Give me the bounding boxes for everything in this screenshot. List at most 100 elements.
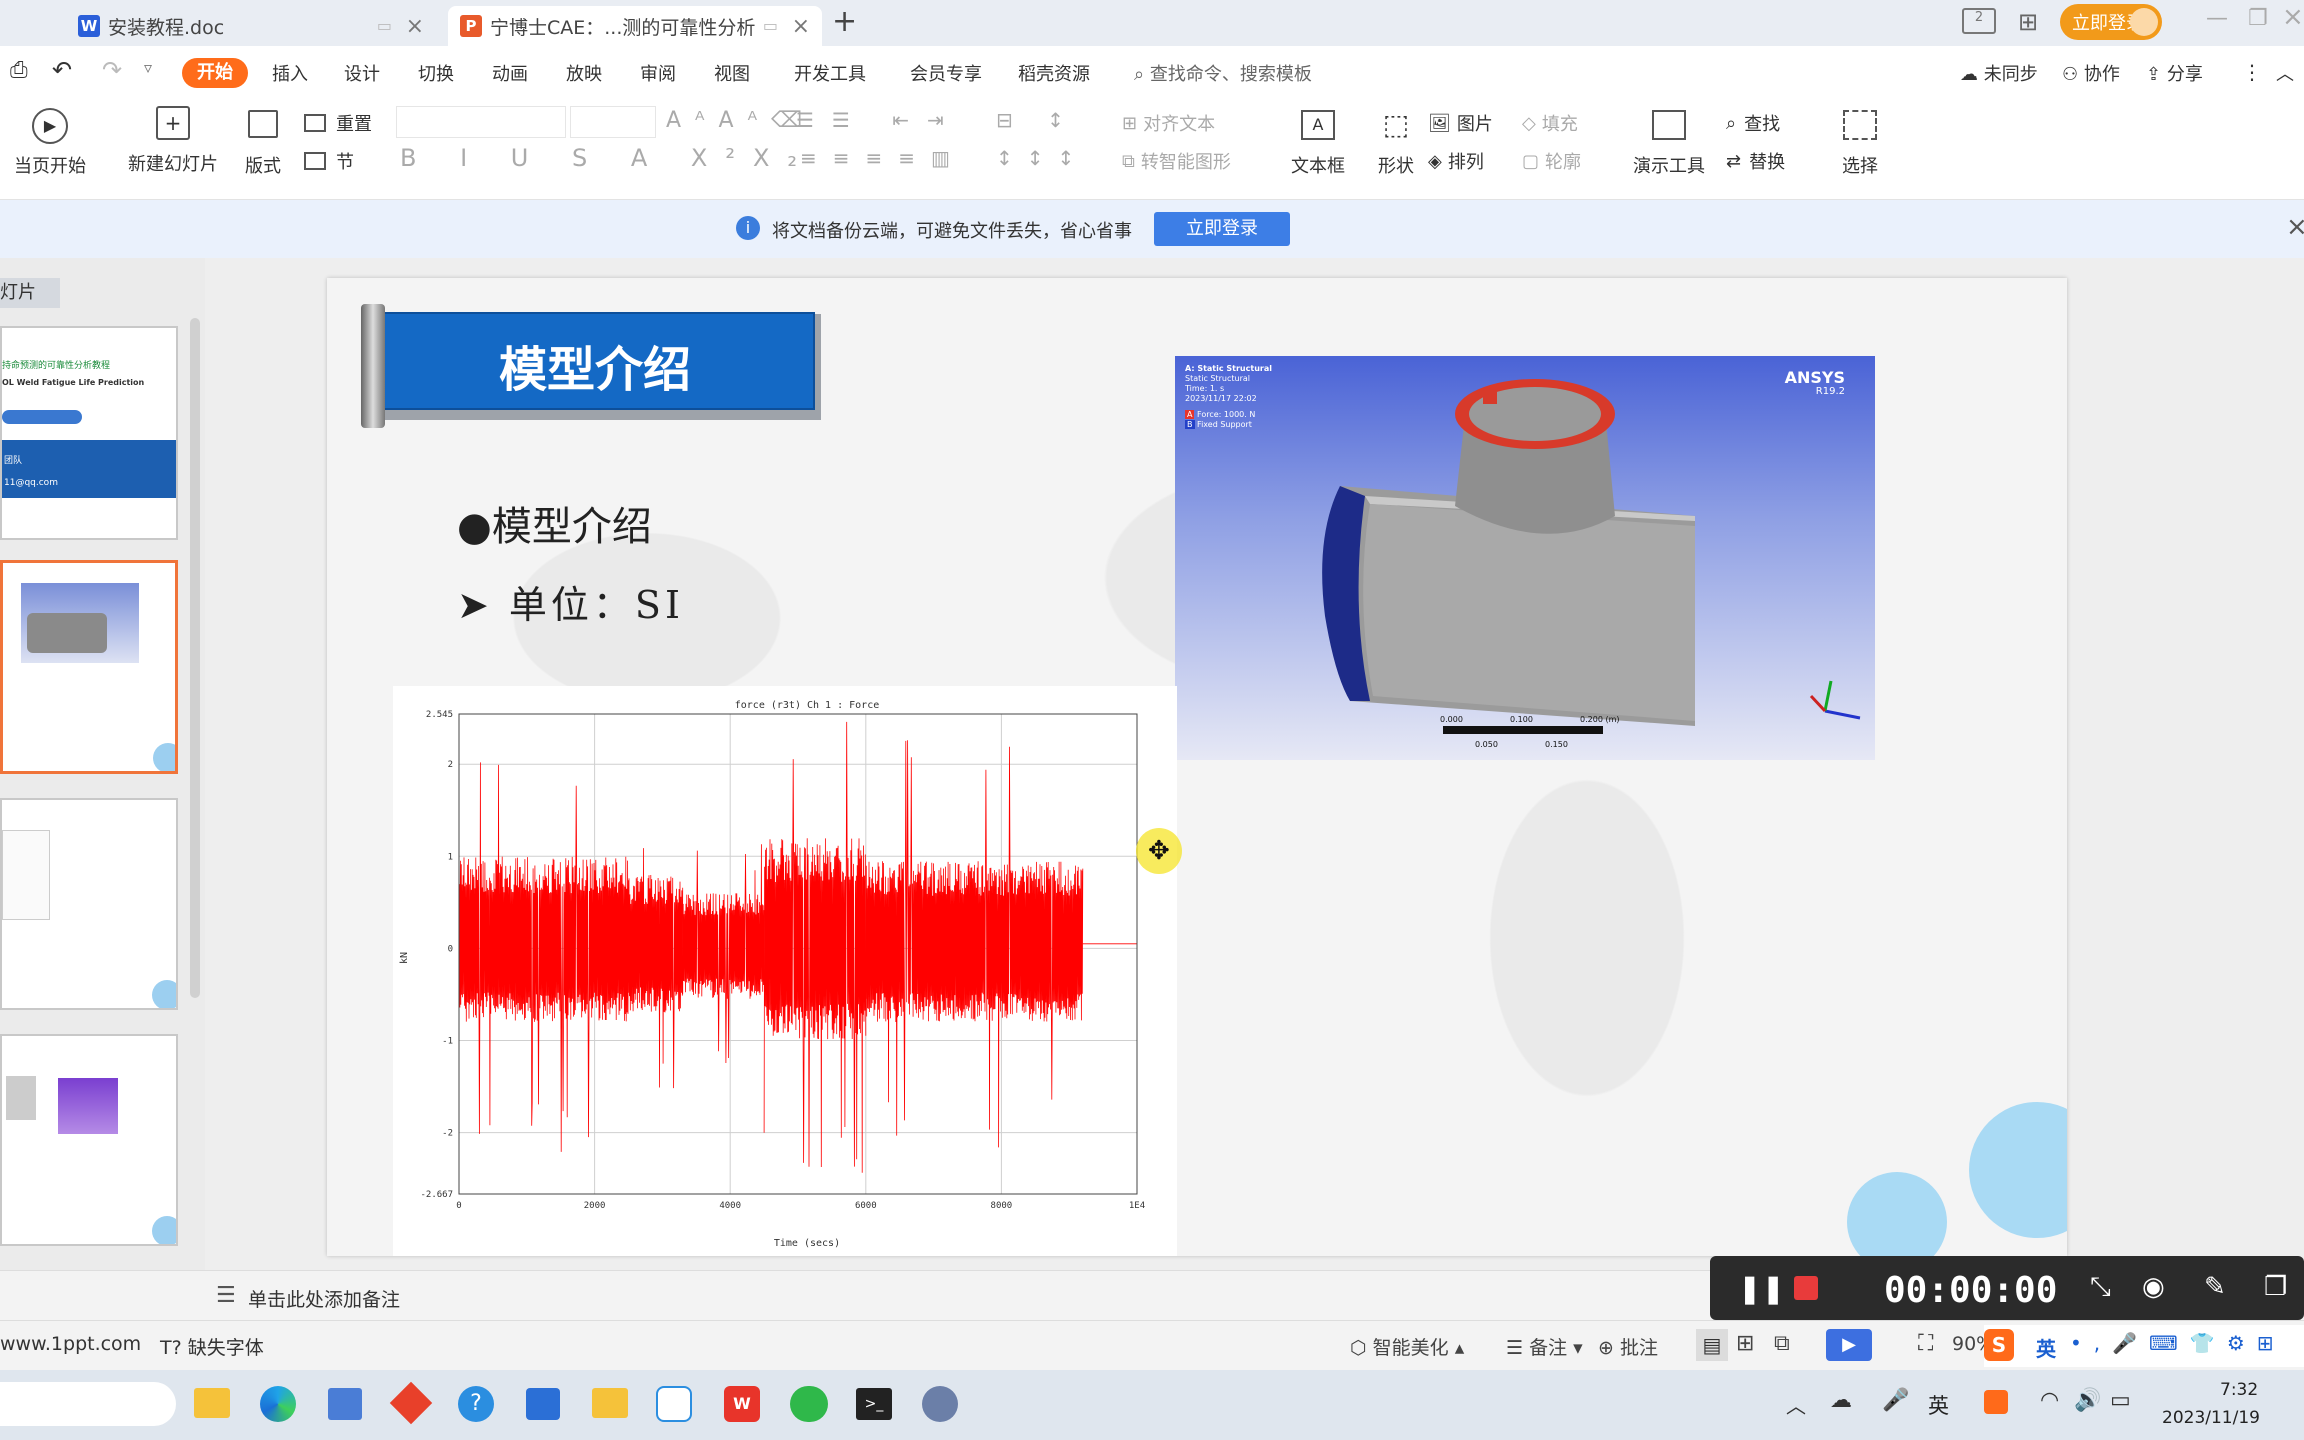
find-button[interactable]: ⌕ 查找 <box>1726 110 1780 136</box>
collapse-icon[interactable]: ⤡ <box>2090 1272 2111 1303</box>
text-direction-buttons[interactable]: ⊟ ↕ <box>996 108 1078 132</box>
bullet-units[interactable]: ➤ 单位：SI <box>457 574 684 629</box>
select-button[interactable]: 选择 <box>1830 106 1890 178</box>
menu-developer[interactable]: 开发工具 <box>794 60 866 86</box>
pause-icon[interactable]: ❚❚ <box>1738 1272 1785 1305</box>
picture-button[interactable]: 🖼 图片 <box>1428 110 1493 136</box>
close-icon[interactable]: × <box>792 14 810 39</box>
notice-login-button[interactable]: 立即登录 <box>1154 212 1290 246</box>
tray-up-icon[interactable]: ︿ <box>1786 1390 1806 1419</box>
menu-slideshow[interactable]: 放映 <box>566 60 602 86</box>
minimize-icon[interactable]: — <box>2206 6 2228 31</box>
slide-thumbnail-2[interactable] <box>0 560 178 774</box>
slide-thumbnail-3[interactable] <box>0 798 178 1010</box>
more-icon[interactable]: ⋮ <box>2242 60 2262 84</box>
ansys-app-icon[interactable] <box>922 1386 958 1422</box>
list-buttons[interactable]: ☰☰ ⇤⇥ <box>796 108 962 132</box>
terminal-icon[interactable]: >_ <box>856 1388 892 1420</box>
close-icon[interactable]: × <box>406 14 424 39</box>
menu-insert[interactable]: 插入 <box>272 60 308 86</box>
format-bold-italic-row[interactable]: B I U S A X²X₂ <box>400 144 815 172</box>
store-icon[interactable] <box>328 1388 362 1420</box>
section-button[interactable]: 节 <box>304 148 354 174</box>
edge-icon[interactable] <box>260 1386 296 1422</box>
menu-member[interactable]: 会员专享 <box>910 60 982 86</box>
sync-status[interactable]: ☁ 未同步 <box>1960 60 2038 86</box>
comment-button[interactable]: ⊕ 批注 <box>1598 1333 1658 1360</box>
search-command[interactable]: ⌕ 查找命令、搜索模板 <box>1134 60 1312 86</box>
close-window-icon[interactable]: × <box>2282 2 2304 32</box>
notes-toggle-icon[interactable]: ☰ <box>216 1283 236 1308</box>
login-button[interactable]: 立即登录 <box>2060 4 2162 40</box>
notes-button[interactable]: ☰ 备注 ▾ <box>1506 1333 1583 1360</box>
smart-graphic-button[interactable]: ⧉ 转智能图形 <box>1122 148 1231 174</box>
wechat-icon[interactable] <box>790 1386 828 1422</box>
layout-button[interactable]: 版式 <box>238 106 288 178</box>
new-slide-button[interactable]: + 新建幻灯片 <box>118 106 228 176</box>
menu-design[interactable]: 设计 <box>344 60 380 86</box>
beautify-button[interactable]: ⬡ 智能美化 ▴ <box>1350 1333 1464 1360</box>
fill-button[interactable]: ◇ 填充 <box>1522 110 1578 136</box>
wifi-icon[interactable]: ◠ <box>2040 1388 2059 1413</box>
clock-time[interactable]: 7:32 <box>2220 1380 2258 1400</box>
reading-view-icon[interactable]: ⧉ <box>1774 1331 1790 1356</box>
font-size-select[interactable] <box>570 106 656 138</box>
new-tab-plus-icon[interactable]: + <box>832 4 857 39</box>
arrange-button[interactable]: ◈ 排列 <box>1428 148 1484 174</box>
menu-transition[interactable]: 切换 <box>418 60 454 86</box>
slide-thumbnail-1[interactable]: 持命预测的可靠性分析教程 OL Weld Fatigue Life Predic… <box>0 326 178 540</box>
menu-start[interactable]: 开始 <box>182 58 248 88</box>
pen-icon[interactable]: ✎ <box>2204 1272 2226 1302</box>
font-grow-shrink[interactable]: AᴬAᴬ⌫ <box>666 108 816 133</box>
line-spacing-buttons[interactable]: ↕↕↕ <box>996 146 1088 170</box>
slide-thumbnail-4[interactable] <box>0 1034 178 1246</box>
slideshow-play-button[interactable]: ▶ <box>1826 1329 1872 1361</box>
app-photos-icon[interactable] <box>656 1386 692 1422</box>
help-icon[interactable]: ? <box>458 1386 494 1422</box>
outline-button[interactable]: ▢ 轮廓 <box>1522 148 1581 174</box>
mic-icon[interactable]: 🎤 <box>1882 1388 1909 1413</box>
textbox-button[interactable]: A 文本框 <box>1280 106 1356 178</box>
missing-font-button[interactable]: T? 缺失字体 <box>160 1333 264 1360</box>
taskbar-ime-lang[interactable]: 英 <box>1928 1390 1949 1420</box>
bullet-model-intro[interactable]: ●模型介绍 <box>457 494 652 552</box>
presenter-tools-button[interactable]: 演示工具 <box>1624 106 1714 178</box>
menu-docer[interactable]: 稻壳资源 <box>1018 60 1090 86</box>
battery-icon[interactable]: ▭ <box>2110 1388 2131 1413</box>
force-chart[interactable]: force (r3t) Ch 1 : Force Time (secs) kN … <box>393 686 1177 1256</box>
camera-icon[interactable]: ◉ <box>2142 1272 2165 1302</box>
tab-doc[interactable]: W 安装教程.doc ▭ × <box>66 6 436 46</box>
ime-lang[interactable]: 英 <box>2036 1333 2056 1362</box>
sorter-view-icon[interactable]: ⊞ <box>1736 1331 1754 1356</box>
slide-title[interactable]: 模型介绍 <box>375 330 815 400</box>
align-text-button[interactable]: ⊞ 对齐文本 <box>1122 110 1215 136</box>
clock-date[interactable]: 2023/11/19 <box>2162 1408 2260 1428</box>
replace-button[interactable]: ⇄ 替换 <box>1726 148 1785 174</box>
menu-animation[interactable]: 动画 <box>492 60 528 86</box>
best-fit-icon[interactable]: ⛶ <box>1918 1331 1933 1356</box>
collapse-ribbon-icon[interactable]: ︿ <box>2276 60 2294 86</box>
print-preview-icon[interactable]: ⎙ <box>10 58 28 83</box>
app-diamond-icon[interactable] <box>389 1381 433 1425</box>
play-from-current-button[interactable]: ▶ 当页开始 <box>8 106 92 178</box>
volume-icon[interactable]: 🔊 <box>2074 1388 2101 1413</box>
undo-icon[interactable]: ↶ <box>52 56 72 84</box>
collab-button[interactable]: ⚇ 协作 <box>2062 60 2120 86</box>
menu-view[interactable]: 视图 <box>714 60 750 86</box>
shape-button[interactable]: ⬚ 形状 <box>1366 106 1426 178</box>
notes-placeholder[interactable]: 单击此处添加备注 <box>248 1285 400 1312</box>
sogou-tray-icon[interactable] <box>1984 1390 2008 1414</box>
font-family-select[interactable] <box>396 106 566 138</box>
folder-icon[interactable] <box>592 1388 628 1418</box>
apps-grid-icon[interactable]: ⊞ <box>2018 8 2038 36</box>
stop-icon[interactable] <box>1794 1276 1818 1300</box>
onedrive-icon[interactable]: ☁ <box>1830 1388 1852 1413</box>
maximize-icon[interactable]: ❐ <box>2248 6 2268 31</box>
notice-close-icon[interactable]: × <box>2286 212 2304 242</box>
normal-view-icon[interactable]: ▤ <box>1696 1329 1728 1361</box>
wps-icon[interactable]: W <box>724 1386 760 1422</box>
redo-icon[interactable]: ↷ <box>102 56 122 84</box>
thumbs-scrollbar[interactable] <box>190 318 200 998</box>
taskbar-search-input[interactable] <box>0 1382 176 1426</box>
slide-canvas[interactable]: 模型介绍 ●模型介绍 ➤ 单位：SI A: Static Structural … <box>327 278 2067 1256</box>
